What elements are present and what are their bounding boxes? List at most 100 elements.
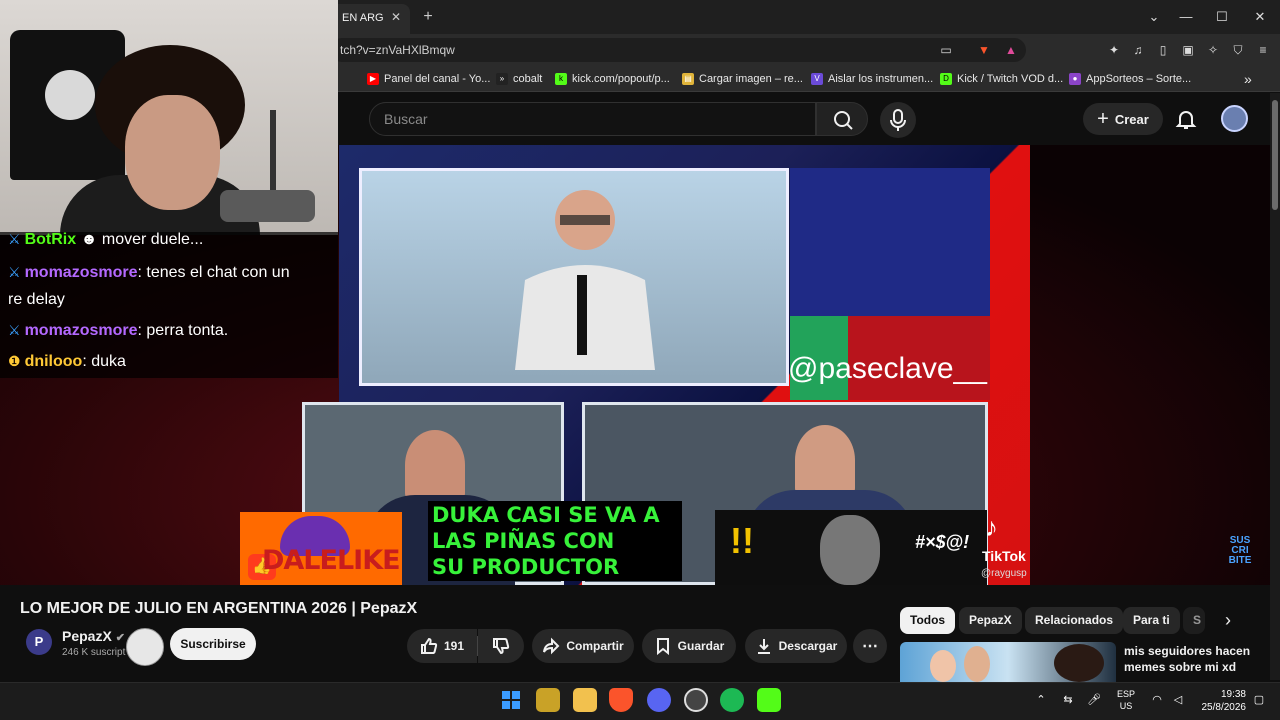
microphone: [220, 190, 315, 222]
wallet-icon[interactable]: ▣: [1180, 42, 1196, 58]
file-explorer-icon[interactable]: [573, 688, 597, 712]
search-icon: [834, 111, 853, 130]
chat-message: ⚔ momazosmore: tenes el chat con un: [8, 264, 290, 281]
chat-message: ⚔ momazosmore: perra tonta.: [8, 322, 229, 339]
bookmark-item[interactable]: ● AppSorteos – Sorte...: [1069, 70, 1191, 88]
chip-para-ti[interactable]: Para ti: [1123, 607, 1180, 634]
kick-icon: k: [555, 73, 567, 85]
dislike-button[interactable]: [478, 629, 524, 663]
new-tab-button[interactable]: +: [418, 7, 438, 27]
download-button[interactable]: Descargar: [745, 629, 847, 663]
thumbs-up-icon: [420, 637, 438, 654]
bookmark-item[interactable]: V Aislar los instrumen...: [811, 70, 933, 88]
emote-icon: ☻: [80, 231, 98, 248]
producer-face: [795, 425, 855, 495]
more-actions-button[interactable]: ⋯: [853, 629, 887, 663]
thumbs-down-icon: [493, 638, 510, 655]
address-bar[interactable]: tch?v=znVaHXlBmqw: [330, 38, 1026, 62]
leo-ai-icon[interactable]: ✧: [1205, 42, 1221, 58]
save-button[interactable]: Guardar: [642, 629, 736, 663]
media-player-icon[interactable]: [536, 688, 560, 712]
discord-icon[interactable]: [647, 688, 671, 712]
kick-vod-icon: D: [940, 73, 952, 85]
sticker-face-icon: [126, 628, 164, 666]
notifications-button[interactable]: [1174, 107, 1198, 131]
chip-relacionados[interactable]: Relacionados: [1025, 607, 1124, 634]
menu-icon[interactable]: ≡: [1255, 42, 1271, 58]
extensions-icon[interactable]: ✦: [1106, 42, 1122, 58]
bookmark-item[interactable]: ▤ Cargar imagen – re...: [682, 70, 803, 88]
minimize-button[interactable]: —: [1171, 6, 1201, 28]
tiktok-watermark: ♪ TikTok @raygusp: [981, 512, 1027, 579]
chip-todos[interactable]: Todos: [900, 607, 956, 634]
sidebar-icon[interactable]: ▯: [1155, 42, 1171, 58]
tray-mic-icon[interactable]: 🎤︎: [1087, 693, 1101, 707]
trollface-print: [45, 70, 95, 120]
video-watermark-handle: @paseclave__: [788, 352, 987, 385]
exclamation-icon: !!: [730, 520, 754, 561]
search-button[interactable]: [816, 102, 868, 136]
tray-overflow-icon[interactable]: ⌃: [1034, 693, 1048, 707]
search-input[interactable]: Buscar: [369, 102, 816, 136]
recommended-video-title[interactable]: mis seguidores hacen memes sobre mi xd: [1124, 643, 1264, 675]
guest-face: [405, 430, 465, 500]
media-icon[interactable]: ♫: [1130, 42, 1146, 58]
language-indicator[interactable]: ESP US: [1114, 688, 1138, 712]
chip-pepazx[interactable]: PepazX: [959, 607, 1022, 634]
channel-avatar[interactable]: P: [26, 629, 52, 655]
create-button[interactable]: + Crear: [1083, 103, 1163, 135]
chat-message-continuation: re delay: [8, 291, 65, 308]
windows-start-icon[interactable]: [499, 688, 523, 712]
account-avatar[interactable]: [1221, 105, 1248, 132]
bookmark-item[interactable]: D Kick / Twitch VOD d...: [940, 70, 1063, 88]
bookmark-item[interactable]: » cobalt: [496, 70, 542, 88]
brave-shields-icon[interactable]: ▼: [976, 42, 992, 58]
brave-browser-icon[interactable]: [609, 688, 633, 712]
host-figure: [515, 190, 655, 370]
mic-arm: [270, 110, 276, 200]
subscribe-watermark[interactable]: SUS CRI BITE: [1222, 536, 1258, 566]
wifi-icon[interactable]: ◠: [1150, 693, 1164, 707]
reaction-overlay: !! #×$@!: [715, 510, 987, 585]
tab-search-button[interactable]: ⌄: [1139, 6, 1169, 28]
volume-icon[interactable]: ◁: [1171, 693, 1185, 707]
reaction-text: #×$@!: [915, 532, 970, 552]
share-button[interactable]: Compartir: [532, 629, 634, 663]
chip-partial[interactable]: S: [1183, 607, 1205, 634]
tab-title: EN ARG: [342, 12, 384, 24]
usb-icon[interactable]: ⇆: [1061, 693, 1075, 707]
kick-app-icon[interactable]: [757, 688, 781, 712]
chat-message: ❶ dnilooo: duka: [8, 353, 126, 370]
tab-close-icon[interactable]: ✕: [388, 9, 404, 25]
bookmarks-overflow-button[interactable]: »: [1244, 70, 1252, 88]
chips-next-icon[interactable]: ›: [1214, 607, 1242, 634]
channel-name[interactable]: PepazX ✔: [62, 628, 125, 644]
sword-badge-icon: ⚔: [8, 231, 21, 247]
dalelike-text: DALELIKE: [262, 545, 401, 576]
brave-rewards-icon[interactable]: ▲: [1003, 42, 1019, 58]
cobalt-icon: »: [496, 73, 508, 85]
recommended-video-thumbnail[interactable]: [900, 642, 1116, 682]
voice-search-button[interactable]: [880, 102, 916, 138]
maximize-button[interactable]: ☐: [1207, 6, 1237, 28]
like-button[interactable]: 191: [407, 629, 477, 663]
image-icon: ▤: [682, 73, 694, 85]
vpn-shield-icon[interactable]: ⛉: [1230, 42, 1246, 58]
spotify-icon[interactable]: [720, 688, 744, 712]
obs-icon[interactable]: [684, 688, 708, 712]
system-clock[interactable]: 19:38 25/8/2026: [1194, 688, 1247, 714]
subscribe-button[interactable]: Suscribirse: [170, 628, 256, 660]
bookmark-icon: [656, 638, 669, 655]
video-title: LO MEJOR DE JULIO EN ARGENTINA 2026 | Pe…: [20, 600, 418, 617]
scrollbar-thumb[interactable]: [1272, 100, 1278, 210]
cast-icon[interactable]: ▭: [938, 42, 954, 58]
notification-center-icon[interactable]: ▢: [1252, 693, 1266, 707]
vocal-icon: V: [811, 73, 823, 85]
close-window-button[interactable]: ✕: [1245, 6, 1275, 28]
bookmark-item[interactable]: k kick.com/popout/p...: [555, 70, 670, 88]
video-caption: DUKA CASI SE VA A LAS PIÑAS CON SU PRODU…: [428, 501, 682, 581]
sword-badge-icon: ⚔: [8, 322, 21, 338]
bookmark-item[interactable]: ▶ Panel del canal - Yo...: [367, 70, 490, 88]
streamer-webcam: [0, 0, 338, 235]
thumb-face: [930, 650, 956, 682]
